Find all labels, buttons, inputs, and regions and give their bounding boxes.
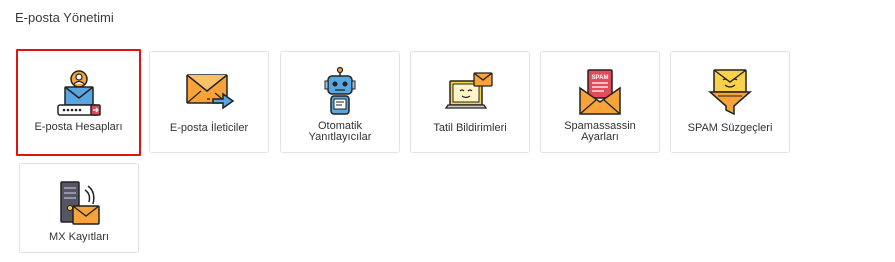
tile-label-line2: Yanıtlayıcılar xyxy=(308,131,372,143)
tile-mx-records[interactable]: MX Kayıtları xyxy=(19,163,139,253)
spam-envelope-icon: SPAM xyxy=(574,66,626,118)
robot-autoresponder-icon xyxy=(314,66,366,118)
spam-text: SPAM xyxy=(592,75,609,81)
email-accounts-icon xyxy=(53,69,105,121)
tile-email-forwarders[interactable]: E-posta İleticiler xyxy=(149,51,269,153)
tile-label: MX Kayıtları xyxy=(49,231,109,243)
tile-spamassassin[interactable]: SPAM Spamassassin Ayarları xyxy=(540,51,660,153)
tile-label: Tatil Bildirimleri xyxy=(433,122,507,134)
section-title: E-posta Yönetimi xyxy=(15,10,114,25)
spam-filter-icon xyxy=(704,66,756,118)
email-forwarders-icon xyxy=(183,69,235,121)
tile-email-accounts[interactable]: E-posta Hesapları xyxy=(16,49,141,156)
tile-autoresponders[interactable]: Otomatik Yanıtlayıcılar xyxy=(280,51,400,153)
vacation-notice-icon xyxy=(444,69,496,121)
tile-label-line2: Ayarları xyxy=(581,131,619,143)
tile-label: SPAM Süzgeçleri xyxy=(687,122,773,134)
tile-label: E-posta Hesapları xyxy=(34,121,123,133)
mx-server-icon xyxy=(53,178,105,230)
tile-spam-filters[interactable]: SPAM Süzgeçleri xyxy=(670,51,790,153)
tile-label: E-posta İleticiler xyxy=(169,122,249,134)
tile-vacation-notices[interactable]: Tatil Bildirimleri xyxy=(410,51,530,153)
